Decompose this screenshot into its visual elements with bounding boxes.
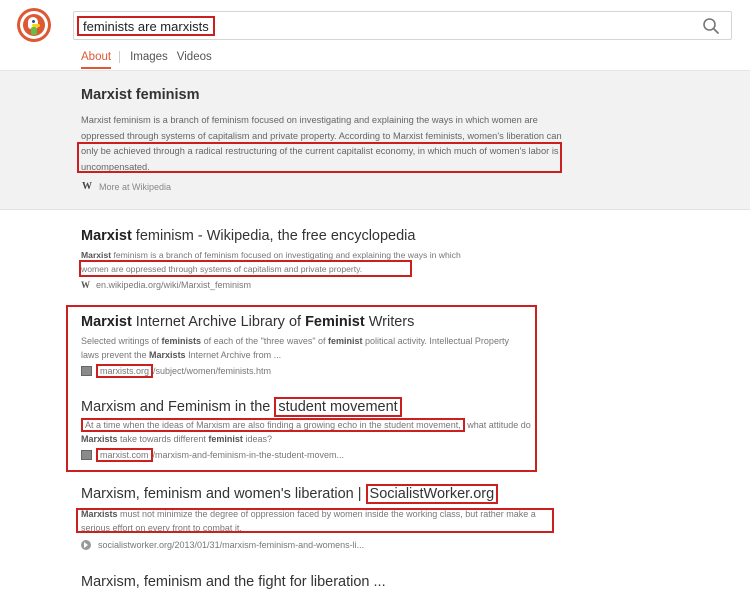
search-result: Marxism, feminism and women's liberation… (81, 484, 561, 550)
more-at-wikipedia-link[interactable]: W More at Wikipedia (82, 181, 171, 192)
wikipedia-icon: W (81, 280, 90, 290)
search-result: Marxism and Feminism in the student move… (81, 397, 531, 462)
duckduckgo-logo[interactable] (17, 8, 51, 42)
result-title[interactable]: Marxist Internet Archive Library of Femi… (81, 313, 521, 331)
search-result: Marxism, feminism and the fight for libe… (81, 573, 571, 590)
tab-videos[interactable]: Videos (177, 50, 212, 69)
result-url[interactable]: Wen.wikipedia.org/wiki/Marxist_feminism (81, 280, 571, 290)
result-snippet: Marxists must not minimize the degree of… (81, 509, 536, 533)
result-url[interactable]: marxists.org/subject/women/feminists.htm (81, 364, 521, 378)
result-title[interactable]: Marxism, feminism and women's liberation… (81, 484, 561, 504)
result-url[interactable]: marxist.com/marxism-and-feminism-in-the-… (81, 448, 531, 462)
tab-images[interactable]: Images (130, 50, 168, 69)
about-panel: Marxist feminism Marxist feminism is a b… (0, 71, 750, 210)
tab-divider (119, 51, 121, 63)
result-title[interactable]: Marxism, feminism and the fight for libe… (81, 573, 571, 590)
search-icon[interactable] (702, 17, 720, 35)
more-at-wikipedia-label[interactable]: More at Wikipedia (99, 182, 171, 192)
header-bar: feminists are marxists About Images Vide… (0, 0, 750, 71)
about-title: Marxist feminism (81, 87, 200, 103)
result-snippet: Selected writings of feminists of each o… (81, 336, 509, 360)
search-input[interactable]: feminists are marxists (73, 11, 732, 40)
result-snippet: At a time when the ideas of Marxism are … (81, 418, 531, 444)
search-result: Marxist feminism - Wikipedia, the free e… (81, 227, 571, 290)
site-favicon (81, 540, 91, 550)
result-title[interactable]: Marxism and Feminism in the student move… (81, 397, 531, 417)
search-result: Marxist Internet Archive Library of Femi… (81, 313, 521, 378)
result-url[interactable]: socialistworker.org/2013/01/31/marxism-f… (81, 540, 561, 550)
site-favicon (81, 450, 92, 460)
site-favicon (81, 366, 92, 376)
about-text: Marxist feminism is a branch of feminism… (81, 113, 571, 175)
tab-about[interactable]: About (81, 50, 112, 69)
result-title[interactable]: Marxist feminism - Wikipedia, the free e… (81, 227, 571, 245)
result-snippet: Marxist feminism is a branch of feminism… (81, 250, 461, 274)
wikipedia-icon: W (82, 181, 92, 192)
search-tabs: About Images Videos (81, 50, 212, 70)
search-query[interactable]: feminists are marxists (77, 16, 215, 36)
